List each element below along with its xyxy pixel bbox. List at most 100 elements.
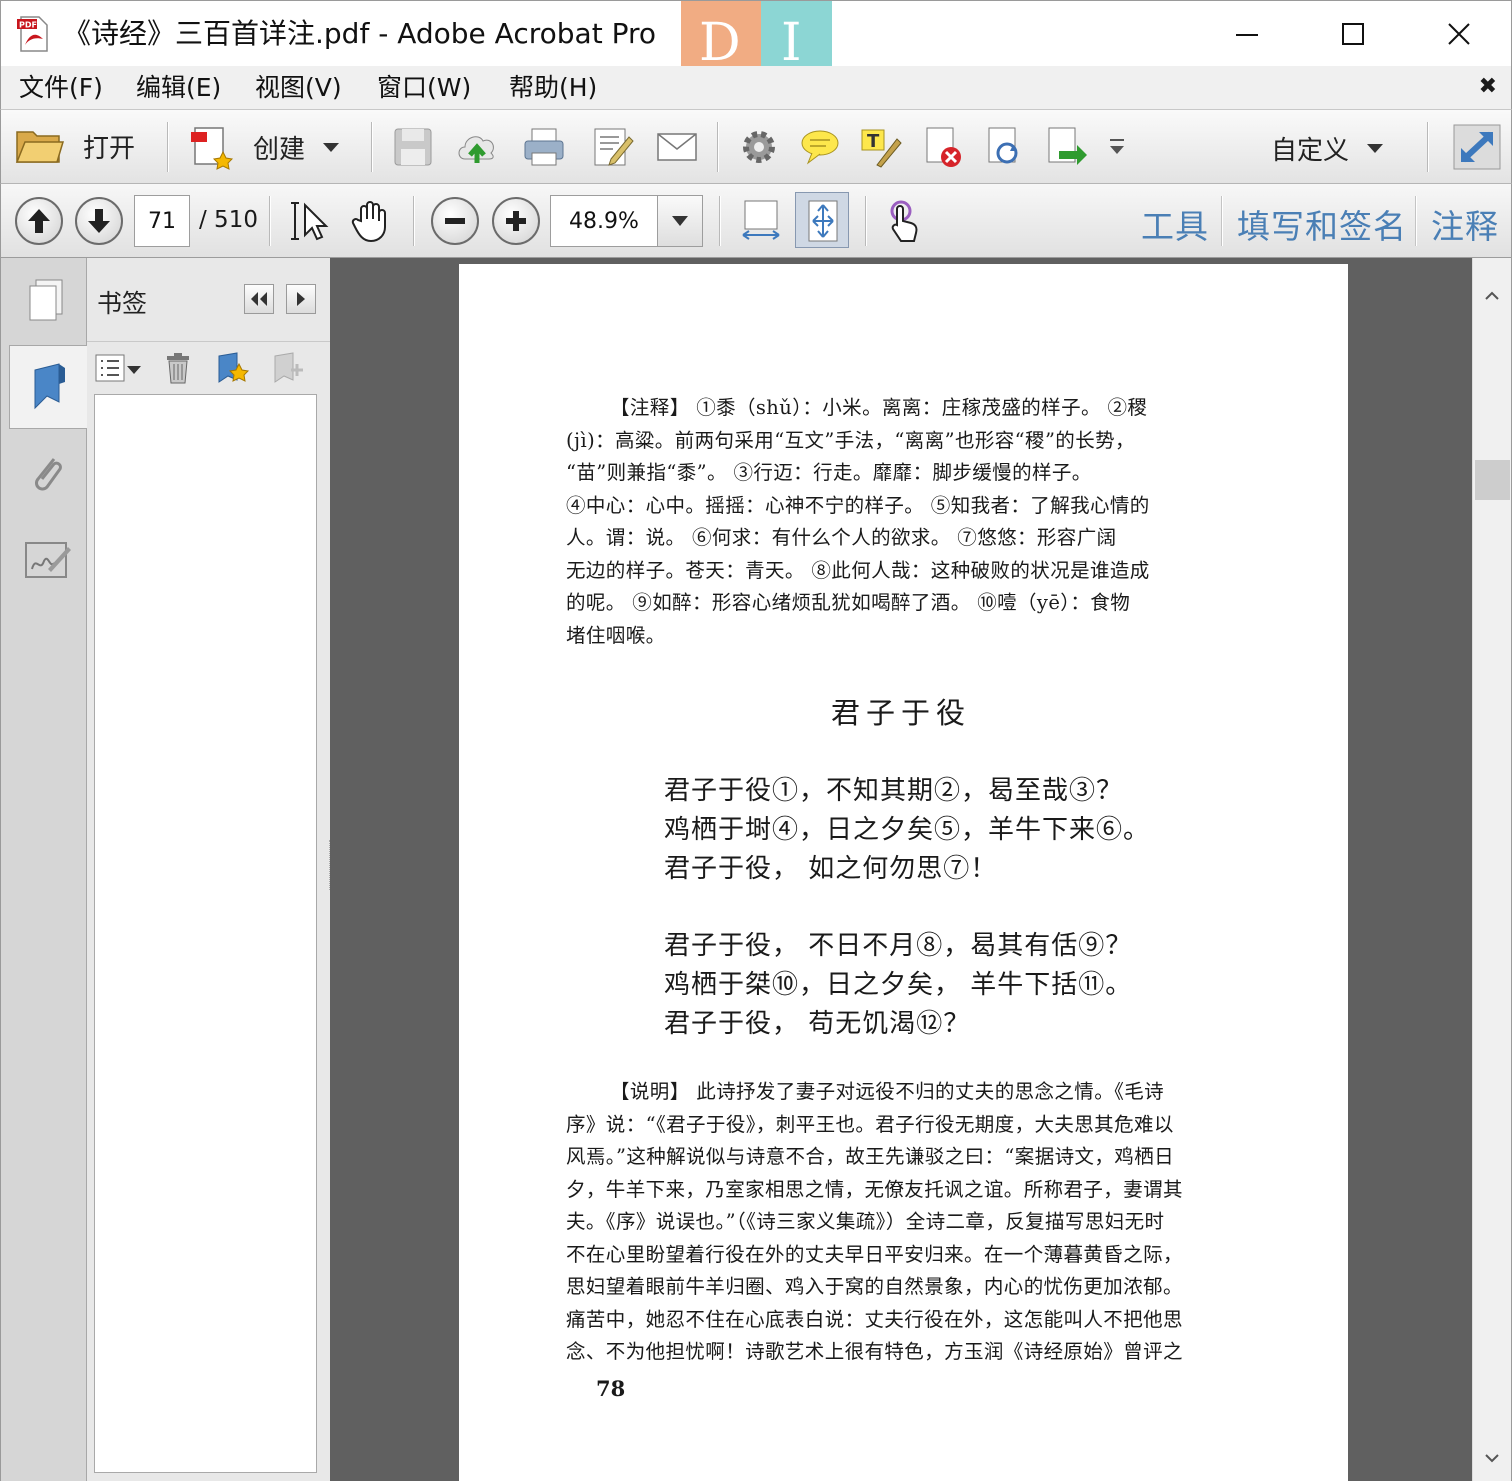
- minus-icon: [445, 218, 465, 224]
- folder-open-icon: [15, 131, 65, 163]
- touch-mode-icon[interactable]: [883, 199, 927, 243]
- page-thumbnails-button[interactable]: [9, 258, 87, 342]
- save-icon[interactable]: [391, 125, 435, 169]
- attachments-button[interactable]: [9, 432, 87, 516]
- notes-line: ④中心：心中。摇摇：心神不宁的样子。 ⑤知我者：了解我心情的: [566, 493, 1150, 517]
- print-icon[interactable]: [522, 125, 566, 169]
- svg-text:PDF: PDF: [19, 21, 37, 30]
- maximize-button[interactable]: [1300, 1, 1406, 67]
- close-window-button[interactable]: [1406, 1, 1512, 67]
- poem-line: 君子于役， 不日不月⑧，曷其有佸⑨？: [664, 931, 1133, 961]
- fit-width-icon[interactable]: [739, 199, 783, 243]
- edit-document-icon[interactable]: [591, 125, 635, 169]
- explanation-line: 念、不为他担忧啊！诗歌艺术上很有特色，方玉润《诗经原始》曾评之: [566, 1340, 1183, 1363]
- close-document-icon[interactable]: ✖: [1479, 74, 1497, 99]
- delete-pages-icon[interactable]: [921, 125, 965, 169]
- fit-page-icon: [808, 200, 838, 242]
- rotate-page-icon[interactable]: [983, 125, 1027, 169]
- notes-line: 的呢。 ⑨如醉：形容心绪烦乱犹如喝醉了酒。 ⑩噎（yē）：食物: [566, 591, 1131, 614]
- poem-line: 鸡栖于桀⑩，日之夕矣， 羊牛下括⑪。: [664, 970, 1133, 1000]
- minimize-button[interactable]: [1194, 1, 1300, 67]
- explanation-line: 序》说：“《君子于役》，刺平王也。君子行役无期度，大夫思其危难以: [566, 1112, 1174, 1136]
- plus-icon: [506, 211, 526, 231]
- create-label: 创建: [253, 134, 306, 165]
- scroll-up-icon[interactable]: [1484, 288, 1500, 304]
- menu-view[interactable]: 视图(V): [255, 72, 342, 104]
- create-button[interactable]: 创建: [189, 124, 340, 170]
- new-bookmark-icon[interactable]: [215, 352, 251, 384]
- comment-bubble-icon[interactable]: [798, 125, 842, 169]
- open-button[interactable]: 打开: [15, 124, 135, 168]
- bookmark-icon: [34, 363, 65, 410]
- menu-bar: 文件(F) 编辑(E) 视图(V) 窗口(W) 帮助(H) ✖: [0, 66, 1512, 110]
- bookmark-options-icon[interactable]: [95, 354, 145, 382]
- tools-pane-link[interactable]: 工具: [1141, 200, 1209, 248]
- zoom-dropdown-button[interactable]: [657, 195, 703, 247]
- main-toolbar: 打开 创建 T 自定义: [0, 110, 1512, 184]
- trash-icon[interactable]: [165, 352, 191, 384]
- scroll-down-icon[interactable]: [1484, 1450, 1500, 1466]
- menu-edit[interactable]: 编辑(E): [136, 72, 221, 104]
- create-dropdown-caret[interactable]: [323, 142, 340, 152]
- poem-line: 鸡栖于埘④，日之夕矣⑤，羊牛下来⑥。: [664, 815, 1151, 845]
- extract-pages-icon[interactable]: [1045, 125, 1089, 169]
- page-number-input[interactable]: 71: [134, 195, 190, 247]
- explanation-line: 思妇望着眼前牛羊归圈、鸡入于窝的自然景象，内心的忧伤更加浓郁。: [566, 1275, 1183, 1298]
- poem-line: 君子于役①，不知其期②，曷至哉③？: [664, 776, 1124, 806]
- vertical-scrollbar[interactable]: [1472, 258, 1512, 1481]
- signature-icon: [25, 542, 71, 578]
- email-icon[interactable]: [655, 125, 699, 169]
- total-pages-label: / 510: [199, 207, 258, 233]
- poem-line: 君子于役， 苟无饥渴⑫？: [664, 1009, 971, 1039]
- arrow-up-icon: [28, 209, 50, 233]
- select-cursor-icon[interactable]: [289, 199, 333, 243]
- next-page-button[interactable]: [75, 197, 123, 245]
- expand-view-icon[interactable]: [1453, 124, 1501, 170]
- menu-help[interactable]: 帮助(H): [509, 72, 597, 104]
- zoom-out-button[interactable]: [431, 197, 479, 245]
- previous-page-button[interactable]: [15, 197, 63, 245]
- customize-dropdown-caret[interactable]: [1367, 144, 1384, 153]
- watermark-logo-right-letter: I: [781, 13, 802, 73]
- gear-icon[interactable]: [737, 125, 781, 169]
- arrow-down-icon: [88, 209, 110, 233]
- customize-button[interactable]: 自定义: [1271, 130, 1384, 167]
- bookmark-properties-icon[interactable]: [271, 352, 307, 384]
- comment-pane-link[interactable]: 注释: [1431, 200, 1499, 248]
- zoom-level-input[interactable]: 48.9%: [550, 195, 658, 247]
- menu-file[interactable]: 文件(F): [19, 72, 103, 104]
- pdf-file-icon: PDF: [17, 16, 48, 52]
- explanation-line: 不在心里盼望着行役在外的丈夫早日平安归来。在一个薄暮黄昏之际，: [566, 1242, 1183, 1266]
- fit-page-button[interactable]: [795, 192, 849, 248]
- hand-tool-icon[interactable]: [349, 199, 393, 243]
- signatures-button[interactable]: [9, 519, 87, 603]
- fill-sign-pane-link[interactable]: 填写和签名: [1237, 200, 1407, 248]
- cloud-upload-icon[interactable]: [455, 125, 499, 169]
- maximize-icon: [1342, 23, 1364, 45]
- bookmarks-panel: 书签: [87, 258, 330, 1481]
- chevron-down-icon: [672, 216, 688, 226]
- text-highlight-icon[interactable]: T: [859, 125, 903, 169]
- window-title: 《诗经》三百首详注.pdf - Adobe Acrobat Pro: [63, 17, 656, 50]
- bookmarks-list[interactable]: [94, 394, 317, 1473]
- notes-line: “苗”则兼指“黍”。 ③行迈：行走。靡靡：脚步缓慢的样子。: [566, 461, 1092, 484]
- open-label: 打开: [83, 133, 136, 164]
- create-pdf-icon: [191, 127, 234, 170]
- notes-line: (jì)：高粱。前两句采用“互文”手法，“离离”也形容“稷”的长势，: [566, 428, 1135, 452]
- bookmarks-panel-header: 书签: [87, 258, 330, 342]
- collapse-panel-button[interactable]: [244, 284, 274, 314]
- paperclip-icon: [35, 458, 62, 491]
- pages-icon: [29, 279, 63, 321]
- explanation-line: 夫。《序》说误也。”（《诗三家义集疏》）全诗二章，反复描写思妇无时: [566, 1210, 1165, 1233]
- scrollbar-thumb[interactable]: [1475, 460, 1510, 500]
- menu-window[interactable]: 窗口(W): [377, 72, 471, 104]
- notes-line: 无边的样子。苍天：青天。 ⑧此何人哉：这种破败的状况是谁造成: [566, 558, 1150, 582]
- zoom-in-button[interactable]: [492, 197, 540, 245]
- bookmarks-button[interactable]: [9, 345, 87, 429]
- notes-line: 【注释】 ①黍（shǔ）：小米。离离：庄稼茂盛的样子。 ②稷: [610, 396, 1148, 419]
- explanation-line: 【说明】 此诗抒发了妻子对远役不归的丈夫的思念之情。《毛诗: [610, 1080, 1165, 1103]
- double-chevron-left-icon: [251, 292, 267, 306]
- panel-options-button[interactable]: [286, 284, 316, 314]
- toolbar-overflow-icon[interactable]: [1105, 136, 1129, 160]
- navigation-toolbar: 71 / 510 48.9% 工具 填写和签名 注释: [0, 184, 1512, 258]
